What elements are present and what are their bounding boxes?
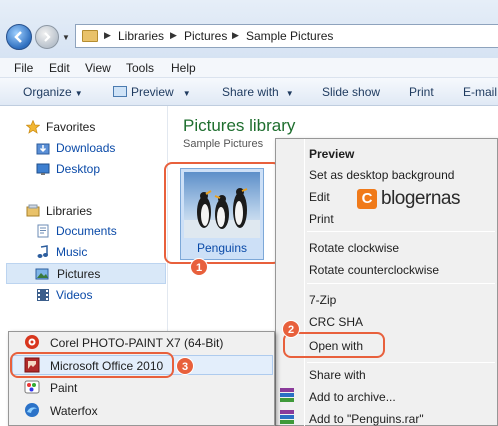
paint-icon (24, 380, 40, 394)
menu-item-7zip[interactable]: 7-Zip (309, 293, 336, 307)
menu-item-set-desktop-background[interactable]: Set as desktop background (309, 168, 454, 182)
documents-icon (37, 224, 49, 238)
menu-item-edit[interactable]: Edit (309, 190, 330, 204)
submenu-item-paint[interactable]: Paint (50, 381, 77, 395)
nav-desktop-label: Desktop (56, 162, 101, 176)
forward-button[interactable] (35, 25, 59, 49)
menu-view[interactable]: View (85, 61, 111, 75)
nav-music-label: Music (56, 245, 88, 259)
menu-item-share-with[interactable]: Share with (309, 368, 366, 382)
nav-desktop[interactable]: Desktop (36, 162, 156, 178)
file-item-penguins[interactable]: Penguins (180, 168, 264, 260)
email-button[interactable]: E-mail (463, 85, 497, 99)
back-button[interactable] (6, 24, 32, 50)
menu-tools[interactable]: Tools (126, 61, 154, 75)
breadcrumb-libraries[interactable]: Libraries (118, 29, 164, 43)
nav-videos[interactable]: Videos (36, 288, 156, 304)
downloads-folder-icon (36, 143, 50, 155)
file-name-label: Penguins (196, 241, 248, 255)
organize-label: Organize (23, 85, 72, 99)
chevron-right-icon[interactable]: ▶ (170, 30, 177, 41)
breadcrumb-pictures[interactable]: Pictures (184, 29, 227, 43)
callout-badge-3: 3 (176, 357, 194, 375)
print-button[interactable]: Print (409, 85, 434, 99)
chevron-down-icon: ▼ (182, 89, 191, 98)
preview-label: Preview (131, 85, 174, 99)
callout-ring-office (10, 352, 174, 378)
menu-item-preview[interactable]: Preview (309, 147, 354, 161)
nav-music[interactable]: Music (36, 245, 156, 261)
winrar-icon (280, 388, 294, 402)
desktop-icon (36, 163, 50, 175)
context-menu: Preview Set as desktop background Edit P… (275, 138, 498, 426)
nav-libraries-label: Libraries (46, 204, 93, 218)
menu-item-add-to-rar[interactable]: Add to "Penguins.rar" (309, 412, 424, 426)
music-note-icon (37, 245, 48, 258)
menu-edit[interactable]: Edit (49, 61, 70, 75)
nav-documents-label: Documents (56, 224, 117, 238)
nav-downloads-label: Downloads (56, 141, 116, 155)
chevron-down-icon: ▼ (74, 89, 83, 98)
menu-gutter (304, 139, 305, 426)
breadcrumb-sample-pictures[interactable]: Sample Pictures (246, 29, 333, 43)
corel-icon (25, 335, 39, 349)
nav-downloads[interactable]: Downloads (36, 141, 156, 157)
callout-badge-1: 1 (190, 258, 208, 276)
recent-pages-dropdown[interactable]: ▼ (62, 33, 70, 42)
preview-icon (113, 86, 127, 97)
menu-help[interactable]: Help (171, 61, 196, 75)
winrar-icon (280, 410, 294, 424)
share-with-button[interactable]: Share with ▼ (222, 85, 294, 99)
submenu-item-waterfox[interactable]: Waterfox (50, 404, 98, 418)
chevron-right-icon[interactable]: ▶ (104, 30, 111, 41)
submenu-item-corel[interactable]: Corel PHOTO-PAINT X7 (64-Bit) (50, 336, 223, 350)
callout-ring-open-with (283, 332, 385, 358)
preview-button[interactable]: Preview ▼ (113, 85, 191, 99)
library-subtitle: Sample Pictures (183, 138, 264, 150)
menu-bar: File Edit View Tools Help (0, 58, 498, 78)
pictures-icon (35, 268, 49, 280)
menu-item-add-to-archive[interactable]: Add to archive... (309, 390, 396, 404)
nav-documents[interactable]: Documents (36, 224, 156, 240)
menu-item-rotate-counterclockwise[interactable]: Rotate counterclockwise (309, 263, 439, 277)
nav-pictures-label: Pictures (57, 267, 101, 281)
slide-show-button[interactable]: Slide show (322, 85, 380, 99)
share-with-label: Share with (222, 85, 279, 99)
menu-separator (307, 283, 495, 284)
waterfox-icon (25, 403, 39, 417)
command-bar: Organize ▼ Preview ▼ Share with ▼ Slide sho… (0, 78, 498, 106)
penguins-thumbnail (184, 172, 260, 238)
address-bar-area: ▼ ▶ Libraries ▶ Pictures ▶ Sample Pictur… (0, 0, 498, 58)
folder-icon (82, 30, 98, 42)
nav-favorites-label: Favorites (46, 120, 96, 134)
menu-separator (307, 231, 495, 232)
star-icon (26, 120, 40, 134)
library-title: Pictures library (183, 116, 296, 135)
menu-separator (307, 362, 495, 363)
menu-item-print[interactable]: Print (309, 212, 334, 226)
menu-item-rotate-clockwise[interactable]: Rotate clockwise (309, 241, 399, 255)
menu-file[interactable]: File (14, 61, 33, 75)
nav-favorites[interactable]: Favorites (26, 120, 156, 136)
videos-icon (37, 289, 49, 301)
breadcrumb[interactable]: ▶ Libraries ▶ Pictures ▶ Sample Pictures (75, 24, 498, 48)
nav-libraries[interactable]: Libraries (26, 204, 156, 220)
organize-button[interactable]: Organize ▼ (23, 85, 83, 99)
menu-item-crc-sha[interactable]: CRC SHA (309, 315, 363, 329)
callout-badge-2: 2 (282, 320, 300, 338)
libraries-icon (26, 204, 40, 217)
blog-logo-icon: C (357, 189, 377, 209)
nav-videos-label: Videos (56, 288, 93, 302)
chevron-down-icon: ▼ (285, 89, 294, 98)
arrow-left-icon (14, 31, 22, 43)
blog-watermark-text: blogernas (381, 188, 460, 209)
chevron-right-icon[interactable]: ▶ (232, 30, 239, 41)
nav-pictures[interactable]: Pictures (6, 263, 166, 284)
arrow-right-icon (44, 32, 51, 42)
